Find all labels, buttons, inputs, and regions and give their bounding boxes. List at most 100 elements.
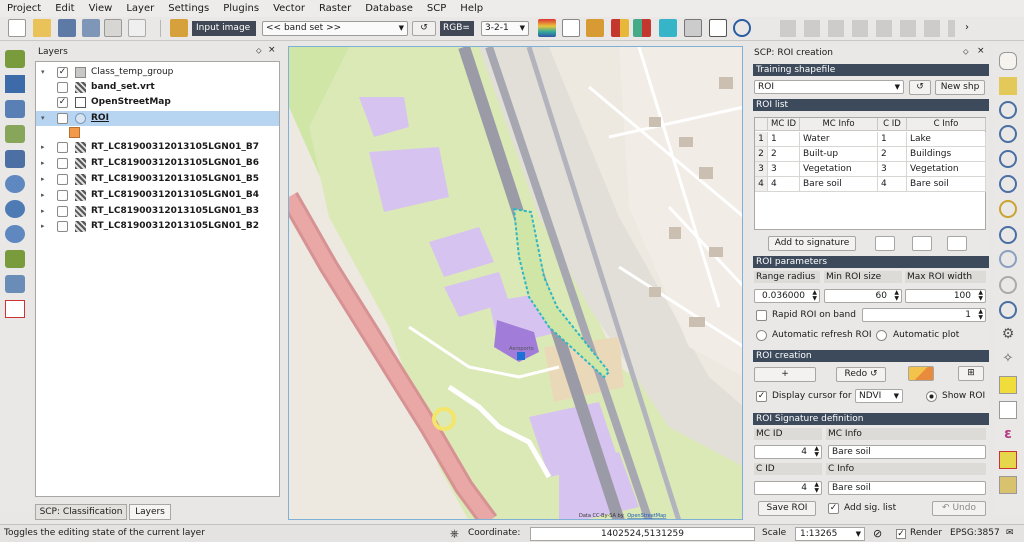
crs-status[interactable]: EPSG:3857 [950, 525, 1000, 542]
table-cell[interactable]: Vegetation [800, 162, 878, 177]
c-info-input[interactable]: Bare soil [828, 481, 986, 495]
table-cell[interactable]: Bare soil [800, 177, 878, 192]
scatter-plot-icon[interactable] [586, 19, 604, 37]
layer-checkbox[interactable] [57, 206, 68, 217]
create-roi-button[interactable]: + [754, 367, 816, 382]
new-shapefile-icon[interactable] [5, 275, 25, 293]
stop-render-icon[interactable]: ⊘ [873, 525, 882, 542]
messages-icon[interactable]: ✉ [1006, 525, 1014, 542]
row-number[interactable]: 4 [755, 177, 768, 192]
table-cell[interactable]: 2 [768, 147, 800, 162]
spin-arrows-icon[interactable]: ▲ ▼ [978, 309, 983, 321]
table-cell[interactable]: Water [800, 132, 878, 147]
row-number[interactable]: 3 [755, 162, 768, 177]
mc-info-input[interactable]: Bare soil [828, 445, 986, 459]
column-header[interactable]: C Info [907, 118, 986, 131]
menu-settings[interactable]: Settings [161, 3, 216, 14]
attribute-table-icon[interactable] [999, 451, 1017, 469]
add-wms-icon[interactable] [5, 175, 25, 193]
menu-help[interactable]: Help [453, 3, 490, 14]
layer-checkbox[interactable] [57, 174, 68, 185]
zoom-next-icon[interactable] [999, 250, 1017, 268]
manual-roi-icon[interactable] [908, 366, 934, 381]
roi-symbol-swatch[interactable] [69, 127, 80, 138]
add-to-signature-button[interactable]: Add to signature [768, 236, 856, 251]
expand-icon[interactable]: ▸ [41, 172, 45, 187]
layer-row-selected[interactable]: ▾ ROI [36, 111, 279, 126]
column-header[interactable]: MC ID [768, 118, 800, 131]
table-cell[interactable]: Bare soil [907, 177, 986, 192]
layer-checkbox[interactable] [57, 82, 68, 93]
zoom-layer-icon[interactable] [999, 175, 1017, 193]
layer-row[interactable]: ▸ RT_LC81900312013105LGN01_B7 [36, 140, 279, 155]
zoom-last-icon[interactable] [999, 226, 1017, 244]
screen-icon[interactable] [709, 19, 727, 37]
min-roi-size-spinbox[interactable]: 60 ▲ ▼ [824, 289, 902, 303]
table-cell[interactable]: 1 [768, 132, 800, 147]
cursor-index-select[interactable]: NDVI ▼ [855, 389, 903, 403]
undo-button[interactable]: ↶ Undo [932, 501, 986, 516]
band-calc-icon[interactable] [659, 19, 677, 37]
table-cell[interactable]: 4 [768, 177, 800, 192]
save-as-icon[interactable] [82, 19, 100, 37]
layer-checkbox[interactable]: ✓ [57, 67, 68, 78]
layer-checkbox[interactable] [57, 142, 68, 153]
zoom-in-icon[interactable] [999, 101, 1017, 119]
zoom-out-icon[interactable] [999, 125, 1017, 143]
new-shp-button[interactable]: New shp [935, 80, 985, 95]
close-dock-icon[interactable]: × [977, 46, 985, 56]
expand-icon[interactable]: ▸ [41, 204, 45, 219]
postprocessing-icon[interactable] [633, 19, 651, 37]
table-cell[interactable]: 3 [878, 162, 907, 177]
layer-row[interactable]: ▸ RT_LC81900312013105LGN01_B4 [36, 188, 279, 203]
layer-row[interactable]: ▾ ✓ Class_temp_group [36, 65, 279, 80]
refresh-shapefile-button[interactable]: ↺ [909, 80, 931, 95]
save-project-icon[interactable] [58, 19, 76, 37]
layer-row[interactable]: ✓ OpenStreetMap [36, 95, 279, 110]
menu-view[interactable]: View [82, 3, 120, 14]
zoom-native-icon[interactable] [999, 276, 1017, 294]
table-cell[interactable]: Lake [907, 132, 986, 147]
row-number[interactable]: 2 [755, 147, 768, 162]
layer-checkbox[interactable] [57, 221, 68, 232]
scale-select[interactable]: 1:13265 ▼ [795, 527, 865, 541]
zoom-full-icon[interactable] [999, 150, 1017, 168]
coordinate-field[interactable]: 1402524,5131259 [530, 527, 755, 541]
new-project-icon[interactable] [8, 19, 26, 37]
select-features-icon[interactable] [999, 376, 1017, 394]
layer-checkbox[interactable] [57, 190, 68, 201]
add-postgis-icon[interactable] [5, 100, 25, 118]
add-mssql-icon[interactable] [5, 150, 25, 168]
band-set-select[interactable]: << band set >> ▼ [262, 21, 408, 36]
add-spatialite-icon[interactable] [5, 125, 25, 143]
composer-manager-icon[interactable] [128, 19, 146, 37]
zoom-selection-icon[interactable] [999, 200, 1017, 218]
scp-bandset-icon[interactable] [170, 19, 188, 37]
osm-link[interactable]: OpenStreetMap [627, 513, 666, 519]
table-cell[interactable]: 4 [878, 177, 907, 192]
render-checkbox[interactable]: ✓ [896, 529, 906, 539]
refresh-icon[interactable] [733, 19, 751, 37]
spin-arrows-icon[interactable]: ▲ ▼ [814, 446, 819, 458]
spin-arrows-icon[interactable]: ▲ ▼ [978, 290, 983, 302]
print-composer-icon[interactable] [104, 19, 122, 37]
layer-checkbox[interactable] [57, 113, 68, 124]
tab-scp-classification[interactable]: SCP: Classification [35, 504, 127, 520]
remove-layer-icon[interactable] [5, 300, 25, 318]
coordinate-toggle-icon[interactable]: ⎈ [450, 525, 459, 542]
table-cell[interactable]: Built-up [800, 147, 878, 162]
gear-icon[interactable]: ⚙ [999, 326, 1017, 344]
expand-icon[interactable]: ▾ [41, 111, 45, 126]
spin-arrows-icon[interactable]: ▲ ▼ [894, 290, 899, 302]
menu-plugins[interactable]: Plugins [216, 3, 266, 14]
add-sig-list-checkbox[interactable]: ✓ [828, 503, 839, 514]
mc-id-spinbox[interactable]: 4 ▲ ▼ [754, 445, 822, 459]
menu-project[interactable]: Project [0, 3, 48, 14]
add-vector-icon[interactable] [5, 50, 25, 68]
spin-arrows-icon[interactable]: ▲ ▼ [812, 290, 817, 302]
activate-pointer-icon[interactable]: ⊞ [958, 366, 984, 381]
menu-raster[interactable]: Raster [312, 3, 358, 14]
refresh-bandset-button[interactable]: ↺ [412, 21, 436, 36]
auto-plot-radio[interactable] [876, 330, 887, 341]
add-wcs-icon[interactable] [5, 200, 25, 218]
